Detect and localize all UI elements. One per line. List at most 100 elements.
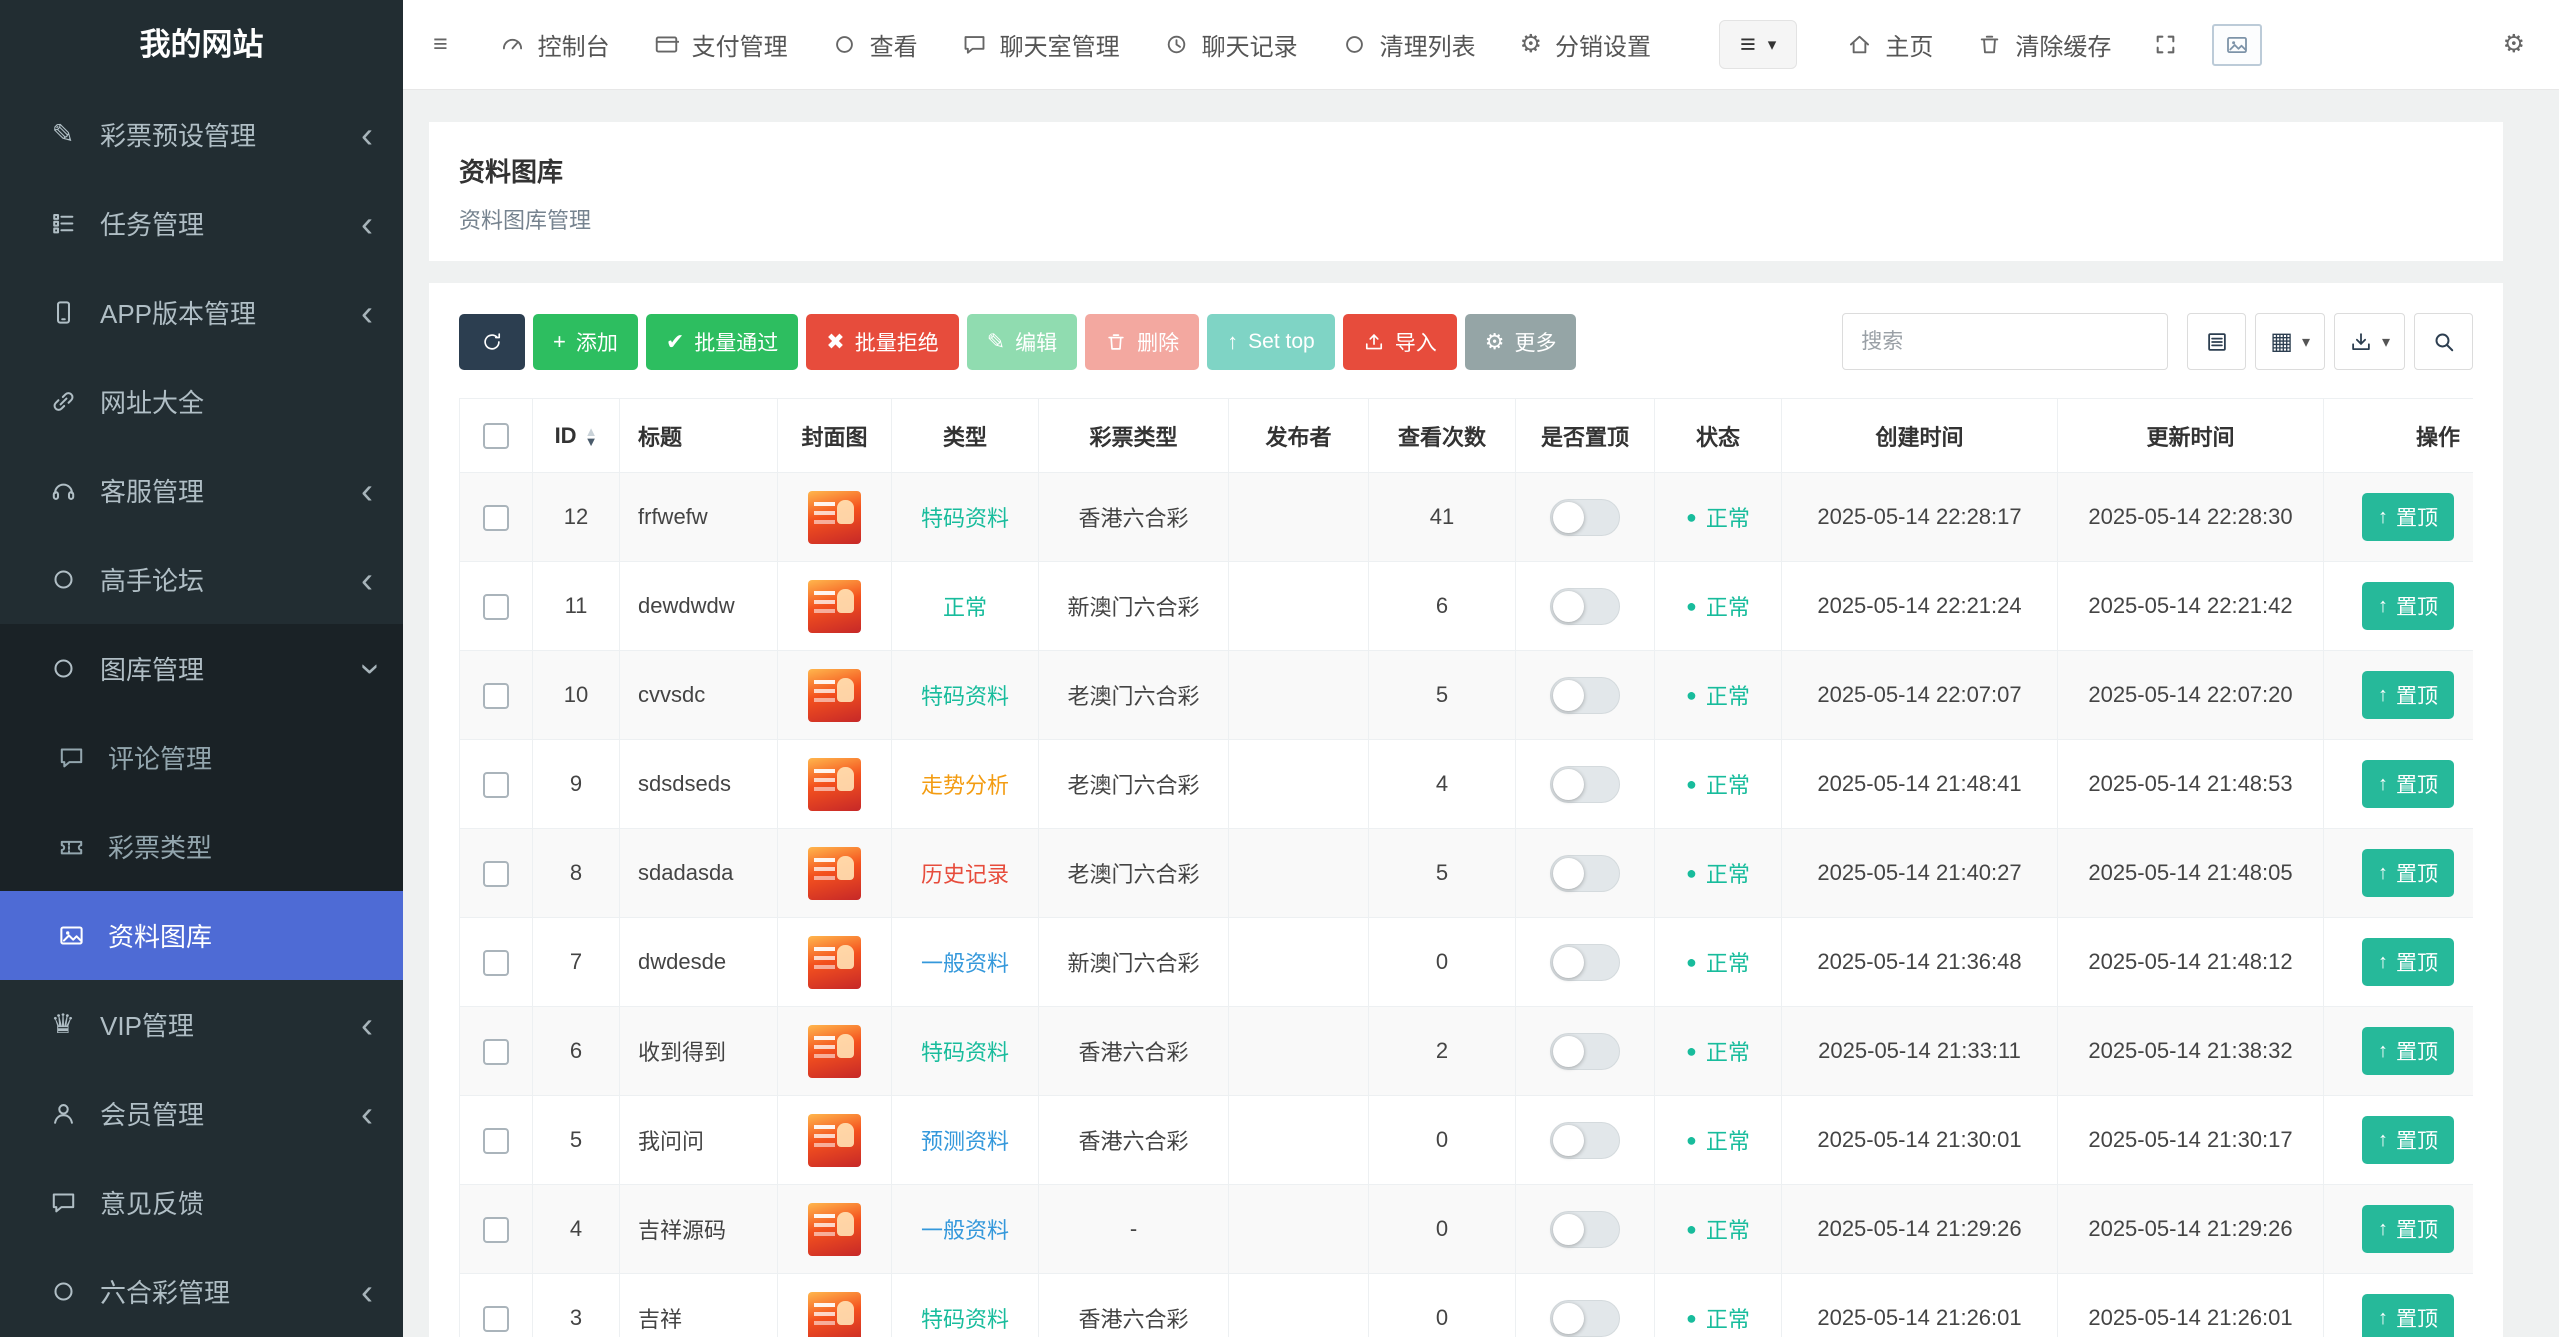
sidebar-item-mark-six[interactable]: 六合彩管理‹	[0, 1247, 403, 1336]
set-top-button[interactable]: ↑置顶	[2362, 493, 2454, 541]
cover-image[interactable]	[808, 1025, 861, 1078]
set-top-button[interactable]: ↑置顶	[2362, 849, 2454, 897]
status-dot-icon: ●	[1686, 597, 1697, 615]
select-all-checkbox[interactable]	[483, 423, 509, 449]
set-top-button[interactable]: ↑Set top	[1207, 314, 1335, 370]
set-top-button[interactable]: ↑置顶	[2362, 1027, 2454, 1075]
pin-toggle[interactable]	[1550, 1211, 1620, 1248]
sidebar-toggle-button[interactable]: ≡	[403, 0, 478, 89]
cover-image[interactable]	[808, 1203, 861, 1256]
cover-image[interactable]	[808, 1114, 861, 1167]
site-title: 我的网站	[0, 0, 403, 90]
sidebar-item-sites[interactable]: 网址大全	[0, 357, 403, 446]
row-checkbox[interactable]	[483, 861, 509, 887]
sidebar-item-gallery[interactable]: 图库管理‹	[0, 624, 403, 713]
pin-toggle[interactable]	[1550, 944, 1620, 981]
set-top-button[interactable]: ↑置顶	[2362, 760, 2454, 808]
sidebar-item-feedback[interactable]: 意见反馈	[0, 1158, 403, 1247]
pin-toggle[interactable]	[1550, 766, 1620, 803]
edit-button[interactable]: ✎编辑	[967, 314, 1077, 370]
pin-toggle[interactable]	[1550, 499, 1620, 536]
cover-image[interactable]	[808, 847, 861, 900]
row-checkbox[interactable]	[483, 1128, 509, 1154]
cell-select	[460, 740, 533, 829]
set-top-button[interactable]: ↑置顶	[2362, 938, 2454, 986]
cell-action: ↑置顶	[2324, 562, 2474, 651]
sidebar-group-gallery: 图库管理‹评论管理彩票类型资料图库	[0, 624, 403, 980]
row-checkbox[interactable]	[483, 1217, 509, 1243]
batch-reject-button[interactable]: ✖批量拒绝	[806, 314, 958, 370]
nav-label: 清理列表	[1380, 27, 1476, 62]
nav-payment[interactable]: 支付管理	[632, 0, 810, 89]
pin-toggle[interactable]	[1550, 855, 1620, 892]
row-checkbox[interactable]	[483, 505, 509, 531]
add-button[interactable]: +添加	[533, 314, 638, 370]
set-top-button[interactable]: ↑置顶	[2362, 1294, 2454, 1337]
nav-home[interactable]: 主页	[1825, 0, 1955, 89]
nav-chatroom[interactable]: 聊天室管理	[940, 0, 1142, 89]
refresh-button[interactable]	[459, 314, 525, 370]
row-checkbox[interactable]	[483, 683, 509, 709]
cover-image[interactable]	[808, 669, 861, 722]
sidebar-item-members[interactable]: 会员管理‹	[0, 1069, 403, 1158]
cover-image[interactable]	[808, 758, 861, 811]
nav-cleanup[interactable]: 清理列表	[1320, 0, 1498, 89]
sidebar-item-lottery-preset[interactable]: ✎彩票预设管理‹	[0, 90, 403, 179]
pin-toggle[interactable]	[1550, 1122, 1620, 1159]
sidebar-item-app-version[interactable]: APP版本管理‹	[0, 268, 403, 357]
set-top-button[interactable]: ↑置顶	[2362, 1116, 2454, 1164]
pin-toggle[interactable]	[1550, 677, 1620, 714]
detail-view-button[interactable]	[2187, 313, 2246, 370]
row-checkbox[interactable]	[483, 772, 509, 798]
nav-distribution[interactable]: ⚙分销设置	[1498, 0, 1673, 89]
cell-views: 0	[1369, 1096, 1516, 1185]
cover-image[interactable]	[808, 491, 861, 544]
sidebar-item-lottery-type[interactable]: 彩票类型	[0, 802, 403, 891]
button-label: 编辑	[1015, 327, 1057, 357]
arrow-up-icon: ↑	[2378, 507, 2388, 527]
user-avatar[interactable]	[2212, 24, 2262, 66]
settings-icon-button[interactable]: ⚙	[2493, 0, 2559, 89]
type-label: 特码资料	[921, 1040, 1009, 1065]
sidebar-item-tasks[interactable]: 任务管理‹	[0, 179, 403, 268]
pin-toggle[interactable]	[1550, 588, 1620, 625]
nav-chat-log[interactable]: 聊天记录	[1142, 0, 1320, 89]
more-button[interactable]: ⚙更多	[1465, 314, 1577, 370]
fullscreen-button[interactable]	[2133, 0, 2198, 89]
batch-approve-button[interactable]: ✔批量通过	[646, 314, 798, 370]
nav-console[interactable]: 控制台	[478, 0, 632, 89]
row-checkbox[interactable]	[483, 594, 509, 620]
export-button[interactable]: ▾	[2334, 313, 2405, 370]
row-checkbox[interactable]	[483, 950, 509, 976]
import-button[interactable]: 导入	[1343, 314, 1457, 370]
columns-button[interactable]: ▦ ▾	[2255, 313, 2325, 370]
nav-more-dropdown[interactable]: ≡ ▾	[1719, 20, 1797, 69]
search-button[interactable]	[2414, 313, 2473, 370]
set-top-button[interactable]: ↑置顶	[2362, 671, 2454, 719]
set-top-button[interactable]: ↑置顶	[2362, 582, 2454, 630]
sidebar-item-comments[interactable]: 评论管理	[0, 713, 403, 802]
cell-cover	[778, 562, 892, 651]
nav-label: 分销设置	[1555, 27, 1651, 62]
set-top-button[interactable]: ↑置顶	[2362, 1205, 2454, 1253]
delete-button[interactable]: 删除	[1085, 314, 1199, 370]
pin-toggle[interactable]	[1550, 1033, 1620, 1070]
nav-clear-cache[interactable]: 清除缓存	[1955, 0, 2133, 89]
cover-image[interactable]	[808, 1292, 861, 1337]
col-ID[interactable]: ID▲▼	[533, 399, 620, 473]
nav-view[interactable]: 查看	[810, 0, 940, 89]
cell-id: 11	[533, 562, 620, 651]
sidebar-item-vip[interactable]: ♛VIP管理‹	[0, 980, 403, 1069]
search-input[interactable]	[1842, 313, 2168, 370]
cover-image[interactable]	[808, 580, 861, 633]
cell-id: 10	[533, 651, 620, 740]
caret-down-icon: ▾	[1768, 35, 1777, 55]
sidebar-item-forum[interactable]: 高手论坛‹	[0, 535, 403, 624]
button-label: 批量通过	[694, 327, 778, 357]
sidebar-item-image-gallery[interactable]: 资料图库	[0, 891, 403, 980]
cover-image[interactable]	[808, 936, 861, 989]
row-checkbox[interactable]	[483, 1039, 509, 1065]
pin-toggle[interactable]	[1550, 1300, 1620, 1337]
row-checkbox[interactable]	[483, 1306, 509, 1332]
sidebar-item-support[interactable]: 客服管理‹	[0, 446, 403, 535]
